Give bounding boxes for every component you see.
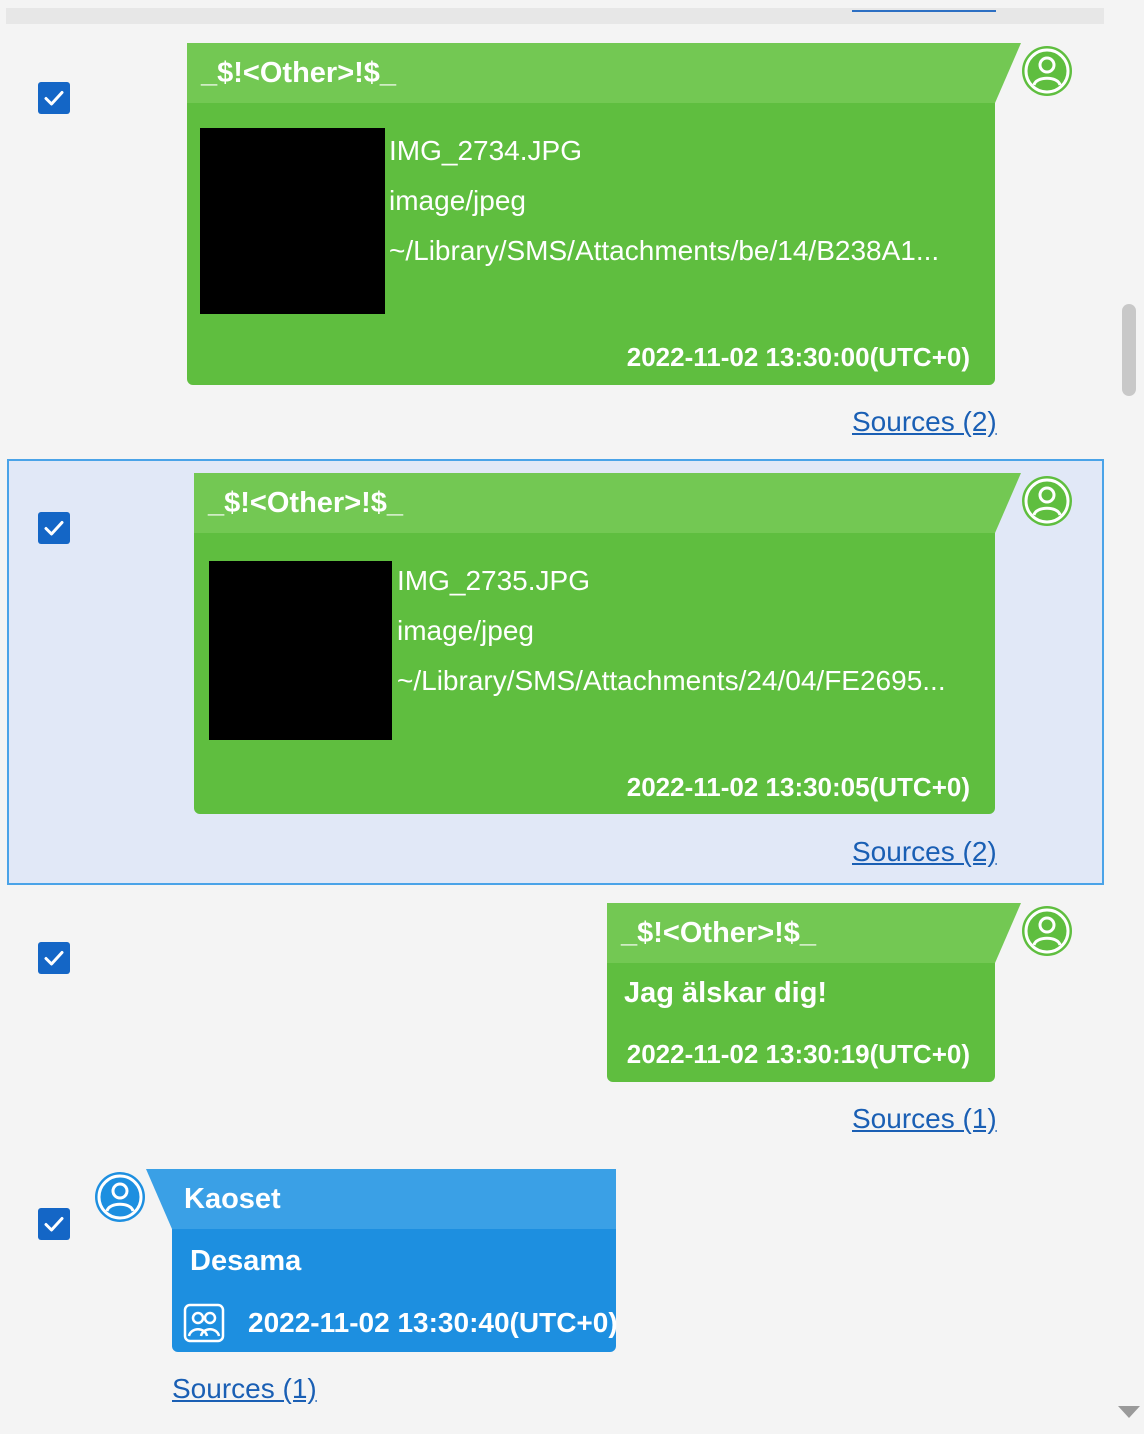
message-bubble[interactable]: _$!<Other>!$_ IMG_2734.JPG image/jpeg ~/…: [187, 43, 1021, 385]
user-avatar-icon: [1022, 46, 1072, 96]
message-text: Desama: [190, 1245, 302, 1277]
scroll-down-arrow-icon[interactable]: [1118, 1406, 1140, 1418]
message-timestamp: 2022-11-02 13:30:19(UTC+0): [626, 1039, 970, 1069]
checkmark-icon: [44, 951, 64, 966]
contact-avatar-icon: [95, 1172, 145, 1222]
attachment-path: ~/Library/SMS/Attachments/24/04/FE2695..…: [397, 665, 946, 696]
message-timestamp: 2022-11-02 13:30:40(UTC+0): [248, 1307, 618, 1338]
message-text: Jag älskar dig!: [624, 977, 828, 1009]
sender-name: Kaoset: [172, 1169, 616, 1229]
attachment-mime: image/jpeg: [389, 185, 526, 216]
image-thumbnail[interactable]: [209, 561, 392, 740]
bubble-tail: [995, 473, 1021, 533]
attachment-filename: IMG_2735.JPG: [397, 565, 590, 596]
message-bubble[interactable]: Kaoset Desama 2022-11-02 13:30:40(UTC+0): [146, 1169, 618, 1352]
message-checkbox[interactable]: [38, 1208, 70, 1240]
message-checkbox[interactable]: [38, 82, 70, 114]
checkmark-icon: [44, 521, 64, 536]
previous-sources-link-edge[interactable]: [852, 4, 996, 12]
message-checkbox[interactable]: [38, 512, 70, 544]
attachment-mime: image/jpeg: [397, 615, 534, 646]
message-checkbox[interactable]: [38, 942, 70, 974]
attachment-path: ~/Library/SMS/Attachments/be/14/B238A1..…: [389, 235, 940, 266]
scrollbar-thumb[interactable]: [1122, 304, 1136, 396]
attachment-filename: IMG_2734.JPG: [389, 135, 582, 166]
message-bubble[interactable]: _$!<Other>!$_ IMG_2735.JPG image/jpeg ~/…: [194, 473, 1021, 814]
bubble-tail: [995, 43, 1021, 103]
checkmark-icon: [44, 1217, 64, 1232]
sender-name: _$!<Other>!$_: [607, 903, 995, 963]
sources-link[interactable]: Sources (1): [172, 1373, 317, 1405]
message-timestamp: 2022-11-02 13:30:05(UTC+0): [626, 772, 970, 802]
sources-link[interactable]: Sources (1): [852, 1103, 997, 1135]
sender-name: _$!<Other>!$_: [187, 43, 995, 103]
group-chat-icon: [183, 1303, 225, 1343]
bubble-tail: [146, 1169, 172, 1229]
sender-name: _$!<Other>!$_: [194, 473, 995, 533]
image-thumbnail[interactable]: [200, 128, 385, 314]
message-timestamp: 2022-11-02 13:30:00(UTC+0): [626, 342, 970, 372]
checkmark-icon: [44, 91, 64, 106]
bubble-tail: [995, 903, 1021, 963]
user-avatar-icon: [1022, 476, 1072, 526]
sources-link[interactable]: Sources (2): [852, 836, 997, 868]
message-bubble[interactable]: _$!<Other>!$_ Jag älskar dig! 2022-11-02…: [607, 903, 1021, 1082]
user-avatar-icon: [1022, 906, 1072, 956]
sources-link[interactable]: Sources (2): [852, 406, 997, 438]
